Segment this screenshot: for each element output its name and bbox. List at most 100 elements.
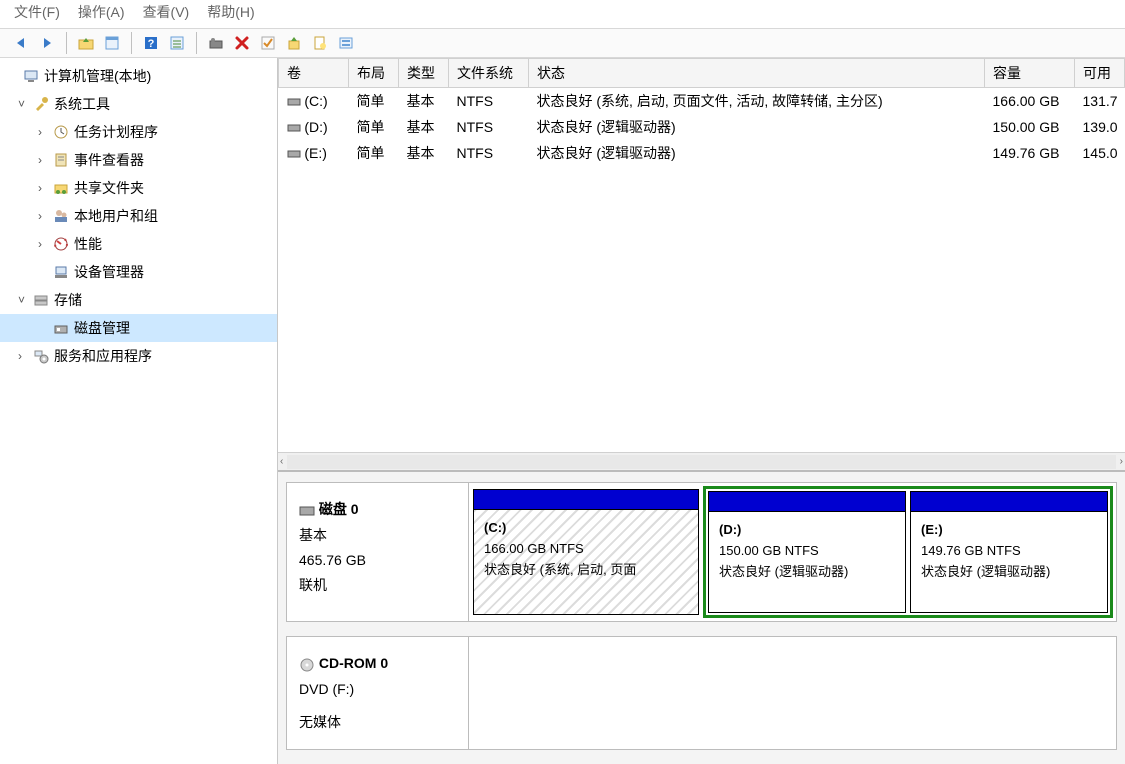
shared-folder-icon — [52, 179, 70, 197]
col-capacity[interactable]: 容量 — [985, 59, 1075, 88]
table-row[interactable]: (D:) 简单 基本 NTFS 状态良好 (逻辑驱动器) 150.00 GB 1… — [279, 114, 1125, 140]
tree-root[interactable]: 计算机管理(本地) — [0, 62, 277, 90]
volume-icon — [287, 123, 301, 133]
col-fs[interactable]: 文件系统 — [449, 59, 529, 88]
cell-layout: 简单 — [349, 88, 399, 115]
forward-button[interactable] — [36, 32, 58, 54]
col-type[interactable]: 类型 — [399, 59, 449, 88]
cell-fs: NTFS — [449, 140, 529, 166]
cell-layout: 简单 — [349, 114, 399, 140]
disk-0-state: 联机 — [299, 573, 456, 598]
cell-type: 基本 — [399, 140, 449, 166]
partition-c[interactable]: (C:) 166.00 GB NTFS 状态良好 (系统, 启动, 页面 — [473, 489, 699, 615]
sidebar-tree: 计算机管理(本地) ˅ 系统工具 › 任务计划程序 › 事件查看器 › — [0, 58, 278, 764]
menu-file[interactable]: 文件(F) — [14, 2, 60, 22]
tree-local-users[interactable]: › 本地用户和组 — [0, 202, 277, 230]
settings-icon[interactable] — [335, 32, 357, 54]
cell-vol: (C:) — [304, 93, 327, 109]
cell-type: 基本 — [399, 114, 449, 140]
check-icon[interactable] — [257, 32, 279, 54]
properties-icon[interactable] — [101, 32, 123, 54]
disk-0-row[interactable]: 磁盘 0 基本 465.76 GB 联机 (C:) 166.00 GB NTFS… — [286, 482, 1117, 622]
extended-partition-group: (D:) 150.00 GB NTFS 状态良好 (逻辑驱动器) (E:) 14… — [703, 486, 1113, 618]
scroll-left-icon[interactable]: ‹ — [280, 456, 283, 467]
refresh-icon[interactable] — [205, 32, 227, 54]
partition-d-size: 150.00 GB NTFS — [719, 541, 895, 562]
tree-local-users-label: 本地用户和组 — [74, 206, 158, 226]
cdrom-row[interactable]: CD-ROM 0 DVD (F:) 无媒体 — [286, 636, 1117, 750]
tree-task-scheduler-label: 任务计划程序 — [74, 122, 158, 142]
expand-icon[interactable]: › — [38, 209, 52, 223]
cell-fs: NTFS — [449, 114, 529, 140]
tree-device-manager[interactable]: 设备管理器 — [0, 258, 277, 286]
computer-icon — [22, 67, 40, 85]
tree-disk-management-label: 磁盘管理 — [74, 318, 130, 338]
new-icon[interactable] — [309, 32, 331, 54]
horizontal-scrollbar[interactable]: ‹ › — [278, 452, 1125, 470]
cell-type: 基本 — [399, 88, 449, 115]
tree-services-apps[interactable]: › 服务和应用程序 — [0, 342, 277, 370]
partition-d[interactable]: (D:) 150.00 GB NTFS 状态良好 (逻辑驱动器) — [708, 491, 906, 613]
svg-text:?: ? — [148, 38, 155, 50]
tree-services-apps-label: 服务和应用程序 — [54, 346, 152, 366]
up-folder-icon[interactable] — [75, 32, 97, 54]
col-volume[interactable]: 卷 — [279, 59, 349, 88]
expand-icon[interactable]: › — [18, 349, 32, 363]
tree-task-scheduler[interactable]: › 任务计划程序 — [0, 118, 277, 146]
tools-icon — [32, 95, 50, 113]
col-layout[interactable]: 布局 — [349, 59, 399, 88]
cdrom-type: DVD (F:) — [299, 677, 456, 702]
disk-icon — [299, 505, 315, 517]
tree-performance[interactable]: › 性能 — [0, 230, 277, 258]
partition-e-drive: (E:) — [921, 520, 1097, 541]
performance-icon — [52, 235, 70, 253]
partition-e-size: 149.76 GB NTFS — [921, 541, 1097, 562]
content-pane: 卷 布局 类型 文件系统 状态 容量 可用 (C:) 简单 基本 NTFS — [278, 58, 1125, 764]
disk-0-type: 基本 — [299, 523, 456, 548]
col-available[interactable]: 可用 — [1075, 59, 1125, 88]
expand-icon[interactable]: › — [38, 125, 52, 139]
expand-icon[interactable]: › — [38, 237, 52, 251]
cell-cap: 150.00 GB — [985, 114, 1075, 140]
tree-device-manager-label: 设备管理器 — [74, 262, 144, 282]
disk-0-info: 磁盘 0 基本 465.76 GB 联机 — [287, 483, 469, 621]
disk-graphic-pane: 磁盘 0 基本 465.76 GB 联机 (C:) 166.00 GB NTFS… — [278, 470, 1125, 764]
scroll-right-icon[interactable]: › — [1120, 456, 1123, 467]
volume-icon — [287, 149, 301, 159]
partition-e-status: 状态良好 (逻辑驱动器) — [921, 562, 1097, 583]
table-row[interactable]: (E:) 简单 基本 NTFS 状态良好 (逻辑驱动器) 149.76 GB 1… — [279, 140, 1125, 166]
tree-system-tools-label: 系统工具 — [54, 94, 110, 114]
expand-icon[interactable]: › — [38, 181, 52, 195]
menu-view[interactable]: 查看(V) — [143, 2, 190, 22]
device-icon — [52, 263, 70, 281]
storage-icon — [32, 291, 50, 309]
tree-system-tools[interactable]: ˅ 系统工具 — [0, 90, 277, 118]
back-button[interactable] — [10, 32, 32, 54]
tree-disk-management[interactable]: 磁盘管理 — [0, 314, 277, 342]
partition-d-drive: (D:) — [719, 520, 895, 541]
tree-shared-folders[interactable]: › 共享文件夹 — [0, 174, 277, 202]
cell-avail: 145.0 — [1075, 140, 1125, 166]
partition-c-size: 166.00 GB NTFS — [484, 539, 688, 560]
col-status[interactable]: 状态 — [529, 59, 985, 88]
menu-help[interactable]: 帮助(H) — [207, 2, 254, 22]
expand-icon[interactable]: › — [38, 153, 52, 167]
tree-event-viewer[interactable]: › 事件查看器 — [0, 146, 277, 174]
event-icon — [52, 151, 70, 169]
help-icon[interactable]: ? — [140, 32, 162, 54]
menu-action[interactable]: 操作(A) — [78, 2, 125, 22]
tree-root-label: 计算机管理(本地) — [44, 66, 151, 86]
table-row[interactable]: (C:) 简单 基本 NTFS 状态良好 (系统, 启动, 页面文件, 活动, … — [279, 88, 1125, 115]
list-view-icon[interactable] — [166, 32, 188, 54]
tree-storage[interactable]: ˅ 存储 — [0, 286, 277, 314]
export-icon[interactable] — [283, 32, 305, 54]
expand-icon[interactable]: ˅ — [18, 97, 32, 111]
cdrom-icon — [299, 658, 315, 672]
partition-e[interactable]: (E:) 149.76 GB NTFS 状态良好 (逻辑驱动器) — [910, 491, 1108, 613]
cell-layout: 简单 — [349, 140, 399, 166]
partition-c-drive: (C:) — [484, 518, 688, 539]
expand-icon[interactable]: ˅ — [18, 293, 32, 307]
delete-icon[interactable] — [231, 32, 253, 54]
disk-0-title: 磁盘 0 — [319, 501, 359, 517]
disk-icon — [52, 319, 70, 337]
